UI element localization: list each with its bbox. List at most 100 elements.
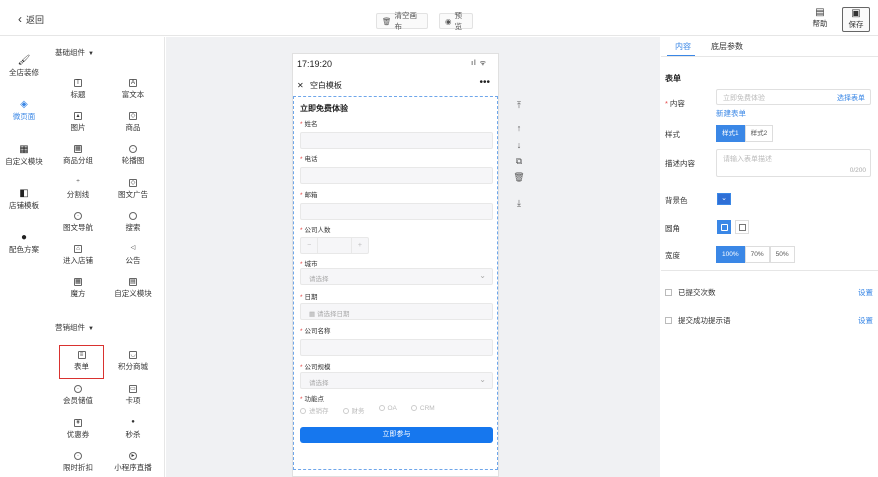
success-tip-checkbox[interactable] <box>665 317 672 324</box>
component-notice[interactable]: ◁ 公告 <box>107 245 159 266</box>
layers-icon: ◈ <box>20 99 28 110</box>
component-image-ad[interactable]: ◇ 图文广告 <box>107 179 159 200</box>
settings-panel: 内容 底层参数 表单 * 内容 立即免费体验 选择表单 新建表单 样式 样式1 样式… <box>661 37 878 477</box>
component-coupon[interactable]: ¥ 优惠券 <box>52 419 104 440</box>
component-goods-group[interactable]: ▦ 商品分组 <box>52 145 104 166</box>
corner-square-option[interactable] <box>717 220 731 234</box>
close-icon[interactable]: ✕ <box>297 81 304 90</box>
member-icon: · <box>74 385 82 393</box>
option-finance[interactable]: 财务 <box>342 405 365 415</box>
nav-item-color-scheme[interactable]: ● 配色方案 <box>0 231 48 255</box>
preview-button[interactable]: ◉ 预览 <box>439 11 473 31</box>
option-crm[interactable]: CRM <box>410 405 435 415</box>
component-carousel[interactable]: · 轮播图 <box>107 145 159 166</box>
submit-count-settings-link[interactable]: 设置 <box>858 287 873 298</box>
success-tip-settings-link[interactable]: 设置 <box>858 315 873 326</box>
more-icon[interactable]: ••• <box>479 77 490 88</box>
section-title: 基础组件 <box>55 48 85 57</box>
people-stepper[interactable]: − + <box>300 237 369 254</box>
component-search[interactable]: 搜索 <box>107 212 159 233</box>
top-bar: ‹ 返回 🗑 清空画布 ◉ 预览 ▤ 帮助 ▣ 保存 <box>0 0 878 36</box>
component-live[interactable]: ▸ 小程序直播 <box>107 452 159 473</box>
component-rich-text[interactable]: A 富文本 <box>107 79 159 100</box>
nav-item-custom-module[interactable]: ▦ 自定义模块 <box>0 143 48 167</box>
phone-input[interactable] <box>300 167 493 184</box>
content-input[interactable]: 立即免费体验 选择表单 <box>716 89 871 105</box>
nav-item-store-template[interactable]: ◧ 店铺模板 <box>0 187 48 211</box>
width-70-option[interactable]: 70% <box>744 246 770 263</box>
component-cube[interactable]: ▦ 魔方 <box>52 278 104 299</box>
form-icon: ≡ <box>77 351 86 359</box>
component-card[interactable]: ▭ 卡项 <box>107 385 159 406</box>
form-block[interactable]: 立即免费体验 * 姓名 * 电话 * 邮箱 * 公司人数 − + * 城市 请选择 ⌄ * 日期… <box>293 96 498 470</box>
coupon-icon: ¥ <box>74 419 82 427</box>
nav-item-micro-page[interactable]: ◈ 微页面 <box>0 98 48 122</box>
back-button[interactable]: ‹ 返回 <box>18 13 44 26</box>
success-tip-label: 提交成功提示语 <box>678 316 731 325</box>
new-form-link[interactable]: 新建表单 <box>716 108 746 119</box>
clear-canvas-button[interactable]: 🗑 清空画布 <box>376 11 428 31</box>
delete-icon[interactable]: 🗑 <box>512 172 526 183</box>
minus-icon[interactable]: − <box>301 238 317 253</box>
help-button[interactable]: ▤ 帮助 <box>806 7 834 32</box>
move-down-icon[interactable]: ↓ <box>512 140 526 150</box>
component-label: 表单 <box>74 362 89 371</box>
save-button[interactable]: ▣ 保存 <box>842 7 870 32</box>
preview-label: 预览 <box>454 11 463 31</box>
company-input[interactable] <box>300 339 493 356</box>
component-limited-discount[interactable]: · 限时折扣 <box>52 452 104 473</box>
component-divider[interactable]: ÷ 分割线 <box>52 179 104 200</box>
form-title: 立即免费体验 <box>300 104 348 113</box>
component-label: 富文本 <box>121 90 145 99</box>
component-title[interactable]: T 标题 <box>52 79 104 100</box>
field-label-features: * 功能点 <box>300 396 325 403</box>
component-form[interactable]: ≡ 表单 <box>59 345 104 379</box>
rich-text-icon: A <box>129 79 137 87</box>
width-50-option[interactable]: 50% <box>769 246 795 263</box>
option-jxc[interactable]: 进销存 <box>300 405 329 415</box>
component-label: 卡项 <box>125 396 141 405</box>
style-2-option[interactable]: 样式2 <box>744 125 774 142</box>
component-enter-store[interactable]: ⌂ 进入店铺 <box>52 245 104 266</box>
city-select[interactable]: 请选择 ⌄ <box>300 268 493 285</box>
calendar-icon: ▦ <box>309 311 317 318</box>
component-image-nav[interactable]: · 图文导航 <box>52 212 104 233</box>
component-member-recharge[interactable]: · 会员储值 <box>52 385 104 406</box>
cube-icon: ◇ <box>129 112 137 120</box>
option-oa[interactable]: OA <box>378 405 397 415</box>
component-label: 图文广告 <box>118 190 148 199</box>
component-custom-module[interactable]: ▤ 自定义模块 <box>107 278 159 299</box>
corner-round-option[interactable] <box>735 220 749 234</box>
submit-count-checkbox[interactable] <box>665 289 672 296</box>
style-1-option[interactable]: 样式1 <box>716 125 745 142</box>
bg-color-label: 背景色 <box>665 196 688 205</box>
plus-icon[interactable]: + <box>352 238 368 253</box>
marketing-components-header[interactable]: 营销组件 ▼ <box>55 322 94 333</box>
submit-button[interactable]: 立即参与 <box>300 427 493 443</box>
name-input[interactable] <box>300 132 493 149</box>
move-bottom-icon[interactable]: ⤓ <box>512 198 526 209</box>
nav-item-store-decor[interactable]: 🖌 全店装修 <box>0 54 48 78</box>
basic-components-header[interactable]: 基础组件 ▼ <box>55 47 94 58</box>
chevron-down-icon: ⌄ <box>479 271 486 280</box>
speaker-icon: ◁ <box>130 245 136 251</box>
group-icon: ▦ <box>74 145 82 153</box>
carousel-icon: · <box>129 145 137 153</box>
move-top-icon[interactable]: ⤒ <box>512 100 526 111</box>
component-flash-sale[interactable]: ● 秒杀 <box>107 419 159 440</box>
move-up-icon[interactable]: ↑ <box>512 123 526 133</box>
desc-textarea[interactable]: 请输入表单描述 0/200 <box>716 149 871 177</box>
email-input[interactable] <box>300 203 493 220</box>
width-100-option[interactable]: 100% <box>716 246 745 263</box>
component-points-mall[interactable]: ◡ 积分商城 <box>107 351 159 372</box>
tab-base-params[interactable]: 底层参数 <box>711 41 743 52</box>
char-count: 0/200 <box>849 167 866 174</box>
select-form-link[interactable]: 选择表单 <box>837 93 865 103</box>
copy-icon[interactable]: ⧉ <box>512 156 526 167</box>
component-image[interactable]: ▴ 图片 <box>52 112 104 133</box>
component-goods[interactable]: ◇ 商品 <box>107 112 159 133</box>
scale-select[interactable]: 请选择 ⌄ <box>300 372 493 389</box>
date-picker[interactable]: ▦ 请选择日期 <box>300 303 493 320</box>
tab-content[interactable]: 内容 <box>675 41 691 52</box>
bg-color-picker[interactable]: ⌄ <box>717 193 731 205</box>
